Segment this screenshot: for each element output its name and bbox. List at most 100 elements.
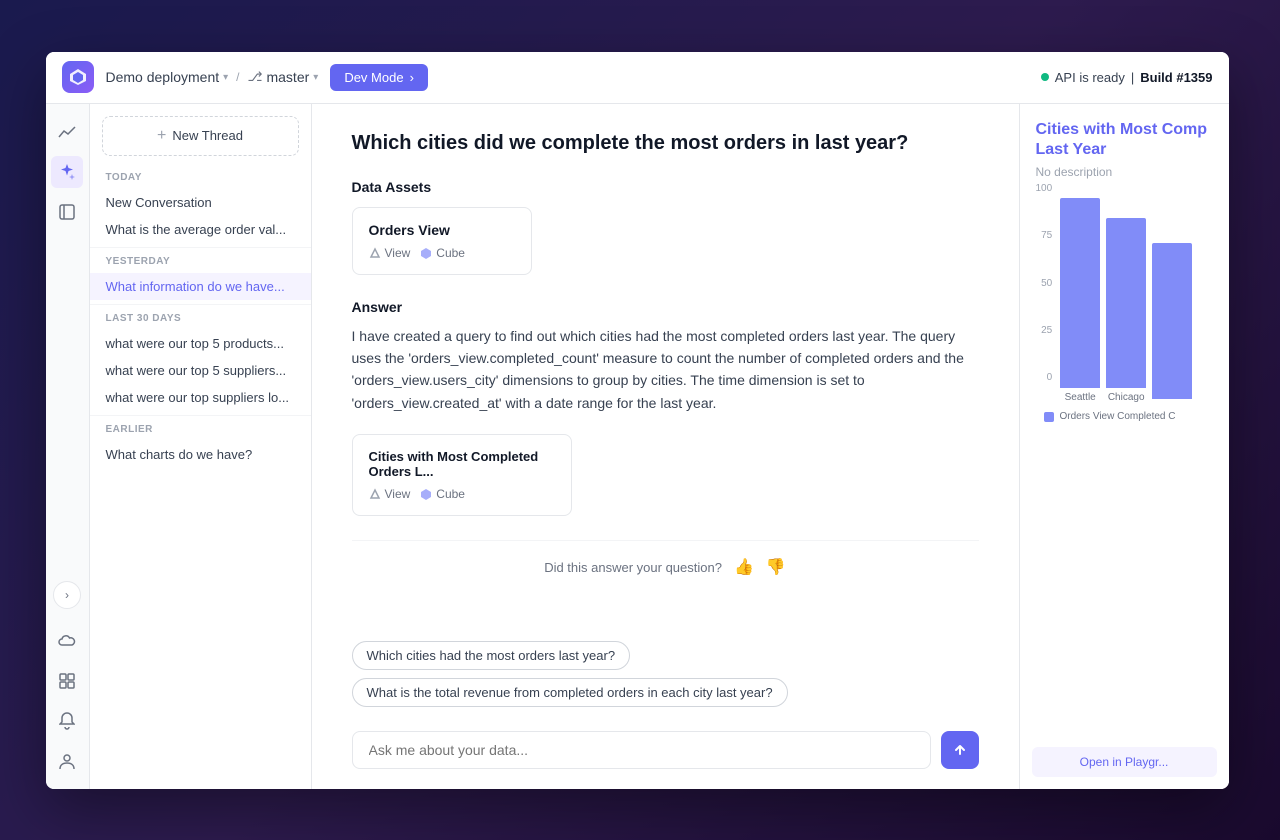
bar-seattle: Seattle bbox=[1060, 198, 1100, 403]
chat-input-area bbox=[312, 719, 1019, 789]
thread-top-suppliers-lo[interactable]: what were our top suppliers lo... bbox=[90, 384, 311, 411]
nav-chart-icon[interactable] bbox=[51, 116, 83, 148]
view-tag: View bbox=[369, 246, 411, 260]
y-axis: 100 75 50 25 0 bbox=[1032, 183, 1057, 383]
collapse-sidebar-button[interactable]: › bbox=[53, 581, 81, 609]
cube-tag: Cube bbox=[420, 246, 465, 260]
panel-description: No description bbox=[1036, 165, 1213, 179]
nav-book-icon[interactable] bbox=[51, 196, 83, 228]
data-assets-label: Data Assets bbox=[352, 179, 979, 195]
suggestion-chip-1[interactable]: Which cities had the most orders last ye… bbox=[352, 641, 631, 670]
view-label: View bbox=[385, 246, 411, 260]
cities-chart-card[interactable]: Cities with Most Completed Orders L... V… bbox=[352, 434, 572, 516]
main-content: Which cities did we complete the most or… bbox=[312, 104, 1019, 789]
bar-chicago-fill bbox=[1106, 218, 1146, 388]
chart-container: 100 75 50 25 0 Seattle Chicago bbox=[1020, 183, 1229, 738]
cube-icon bbox=[420, 247, 432, 259]
panel-subtitle: Last Year bbox=[1036, 141, 1107, 158]
branch-selector[interactable]: ⎇ master ▾ bbox=[248, 69, 319, 85]
api-ready-indicator bbox=[1041, 73, 1049, 81]
thread-what-information[interactable]: What information do we have... bbox=[90, 273, 311, 300]
plus-icon: + bbox=[157, 127, 166, 145]
chart-cube-tag: Cube bbox=[420, 487, 465, 501]
chat-input[interactable] bbox=[352, 731, 931, 769]
panel-title-line1: Cities with Most Comp bbox=[1036, 121, 1208, 138]
divider: | bbox=[1131, 70, 1134, 85]
feedback-bar: Did this answer your question? 👍 👎 bbox=[352, 540, 979, 585]
asset-tags: View Cube bbox=[369, 246, 515, 260]
nav-grid-icon[interactable] bbox=[51, 665, 83, 697]
chart-cube-label: Cube bbox=[436, 487, 465, 501]
earlier-section-label: EARLIER bbox=[90, 420, 311, 441]
cube-label: Cube bbox=[436, 246, 465, 260]
chart-card-tags: View Cube bbox=[369, 487, 555, 501]
api-status-text: API is ready bbox=[1055, 70, 1125, 85]
chart-legend: Orders View Completed C bbox=[1028, 403, 1221, 430]
chat-area: Which cities did we complete the most or… bbox=[312, 104, 1019, 629]
header: Demo deployment ▾ / ⎇ master ▾ Dev Mode … bbox=[46, 52, 1229, 104]
send-button[interactable] bbox=[941, 731, 979, 769]
orders-view-card[interactable]: Orders View View Cube bbox=[352, 207, 532, 275]
nav-bell-icon[interactable] bbox=[51, 705, 83, 737]
header-status: API is ready | Build #1359 bbox=[1041, 70, 1213, 85]
chart-with-axis: 100 75 50 25 0 Seattle Chicago bbox=[1028, 183, 1221, 403]
sidebar: + New Thread TODAY New Conversation What… bbox=[90, 104, 312, 789]
panel-title: Cities with Most Comp Last Year bbox=[1036, 120, 1213, 162]
breadcrumb: Demo deployment ▾ / ⎇ master ▾ bbox=[106, 69, 319, 85]
thread-what-charts[interactable]: What charts do we have? bbox=[90, 441, 311, 468]
answer-text: I have created a query to find out which… bbox=[352, 325, 979, 415]
chevron-down-icon: ▾ bbox=[223, 72, 228, 83]
bar-seattle-fill bbox=[1060, 198, 1100, 388]
chart-card-title: Cities with Most Completed Orders L... bbox=[369, 449, 555, 479]
nav-ai-icon[interactable] bbox=[51, 156, 83, 188]
logo bbox=[62, 61, 94, 93]
nav-bottom-section: › bbox=[51, 573, 83, 777]
chart-view-label: View bbox=[385, 487, 411, 501]
today-section-label: TODAY bbox=[90, 168, 311, 189]
bar-chicago-label: Chicago bbox=[1108, 392, 1145, 403]
answer-label: Answer bbox=[352, 299, 979, 315]
dev-mode-button[interactable]: Dev Mode › bbox=[330, 64, 428, 91]
bar-third-fill bbox=[1152, 243, 1192, 399]
suggestions-area: Which cities had the most orders last ye… bbox=[312, 629, 1019, 719]
open-playground-button[interactable]: Open in Playgr... bbox=[1032, 747, 1217, 777]
thread-average-order[interactable]: What is the average order val... bbox=[90, 216, 311, 243]
chart-view-tag: View bbox=[369, 487, 411, 501]
branch-icon: ⎇ bbox=[248, 69, 263, 85]
bar-chart: Seattle Chicago bbox=[1056, 183, 1196, 403]
chart-view-icon bbox=[369, 488, 381, 500]
suggestion-chip-2[interactable]: What is the total revenue from completed… bbox=[352, 678, 788, 707]
view-icon bbox=[369, 247, 381, 259]
new-thread-button[interactable]: + New Thread bbox=[102, 116, 299, 156]
panel-header: Cities with Most Comp Last Year No descr… bbox=[1020, 104, 1229, 184]
nav-cloud-icon[interactable] bbox=[51, 625, 83, 657]
dev-mode-label: Dev Mode bbox=[344, 70, 403, 85]
legend-dot bbox=[1044, 412, 1054, 422]
question-text: Which cities did we complete the most or… bbox=[352, 132, 979, 155]
chart-cube-icon bbox=[420, 488, 432, 500]
send-icon bbox=[952, 742, 968, 758]
last30-section-label: LAST 30 DAYS bbox=[90, 309, 311, 330]
thumbs-up-button[interactable]: 👍 bbox=[734, 557, 754, 577]
breadcrumb-separator: / bbox=[236, 70, 239, 84]
asset-name: Orders View bbox=[369, 222, 515, 238]
yesterday-section-label: YESTERDAY bbox=[90, 252, 311, 273]
left-nav: › bbox=[46, 104, 90, 789]
body: › bbox=[46, 104, 1229, 789]
thread-top5-suppliers[interactable]: what were our top 5 suppliers... bbox=[90, 357, 311, 384]
right-panel: Cities with Most Comp Last Year No descr… bbox=[1019, 104, 1229, 789]
bar-seattle-label: Seattle bbox=[1065, 392, 1096, 403]
thumbs-down-button[interactable]: 👎 bbox=[766, 557, 786, 577]
arrow-right-icon: › bbox=[410, 70, 414, 85]
nav-user-icon[interactable] bbox=[51, 745, 83, 777]
legend-label: Orders View Completed C bbox=[1060, 411, 1176, 422]
bar-third bbox=[1152, 243, 1192, 403]
thread-top5-products[interactable]: what were our top 5 products... bbox=[90, 330, 311, 357]
deployment-label: Demo deployment bbox=[106, 69, 220, 85]
branch-label: master bbox=[266, 69, 309, 85]
new-thread-label: New Thread bbox=[172, 128, 243, 143]
build-number: Build #1359 bbox=[1140, 70, 1212, 85]
thread-new-conversation[interactable]: New Conversation bbox=[90, 189, 311, 216]
bar-chicago: Chicago bbox=[1106, 218, 1146, 403]
deployment-selector[interactable]: Demo deployment ▾ bbox=[106, 69, 229, 85]
